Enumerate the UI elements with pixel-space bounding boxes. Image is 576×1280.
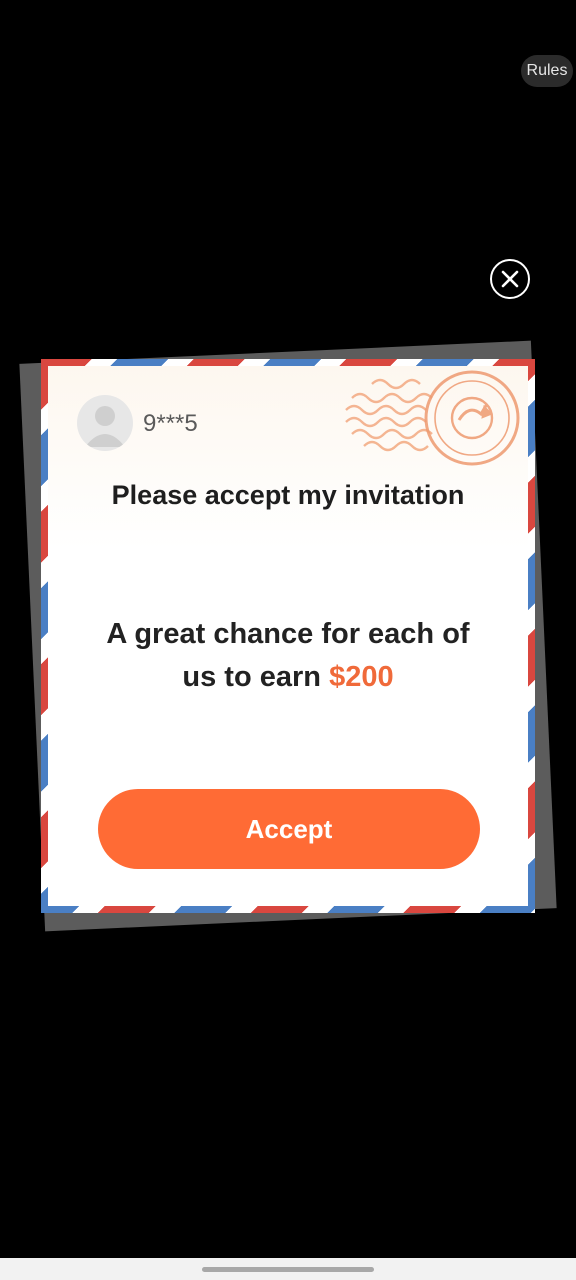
message-line-2-prefix: us to earn bbox=[182, 661, 330, 693]
avatar bbox=[77, 395, 133, 451]
invitation-envelope: 9***5 Please accept my invitation A grea… bbox=[41, 359, 535, 913]
reward-amount: $200 bbox=[329, 661, 394, 693]
rules-button[interactable]: Rules bbox=[521, 55, 573, 87]
invitation-message: A great chance for each of us to earn $2… bbox=[78, 613, 498, 699]
home-indicator[interactable] bbox=[202, 1267, 374, 1272]
message-line-2: us to earn $200 bbox=[78, 656, 498, 699]
default-avatar-icon bbox=[85, 406, 125, 447]
invitation-card: 9***5 Please accept my invitation A grea… bbox=[48, 366, 528, 906]
inviter-username: 9***5 bbox=[143, 410, 198, 437]
accept-button[interactable]: Accept bbox=[98, 789, 480, 869]
close-icon bbox=[501, 270, 519, 288]
postmark-stamp-icon bbox=[345, 370, 520, 466]
screen: Rules 9***5 Please accept my invitation … bbox=[0, 0, 576, 1280]
message-line-1: A great chance for each of bbox=[106, 618, 470, 650]
system-navigation-bar bbox=[0, 1258, 576, 1280]
close-button[interactable] bbox=[490, 259, 530, 299]
invitation-title: Please accept my invitation bbox=[111, 480, 465, 510]
